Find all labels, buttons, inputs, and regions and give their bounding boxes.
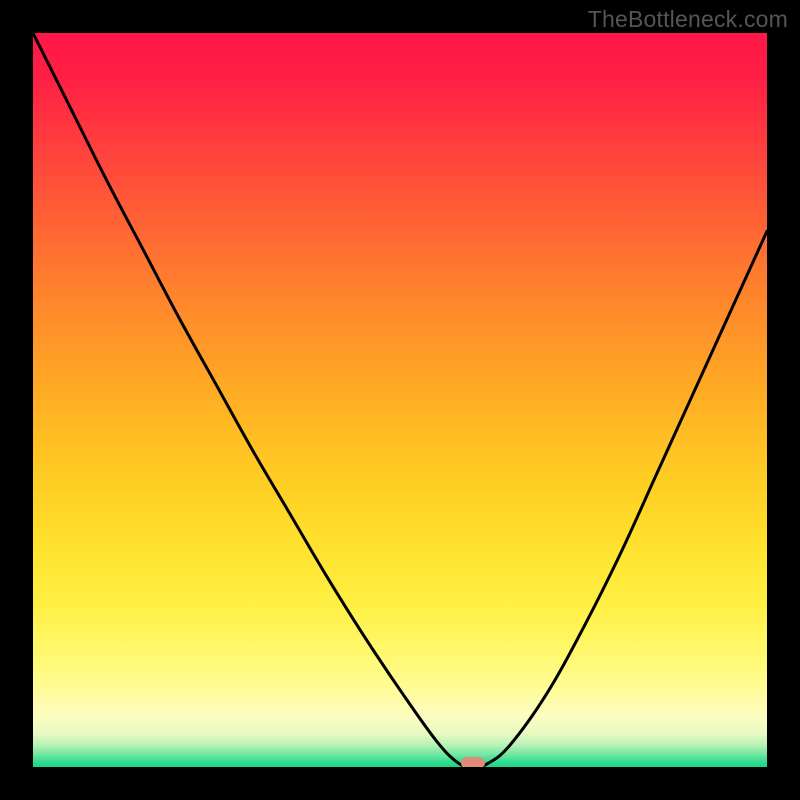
watermark-text: TheBottleneck.com (588, 6, 788, 33)
plot-area (33, 33, 767, 767)
optimal-marker-icon (461, 757, 485, 767)
bottleneck-curve (33, 33, 767, 767)
chart-frame: TheBottleneck.com (0, 0, 800, 800)
